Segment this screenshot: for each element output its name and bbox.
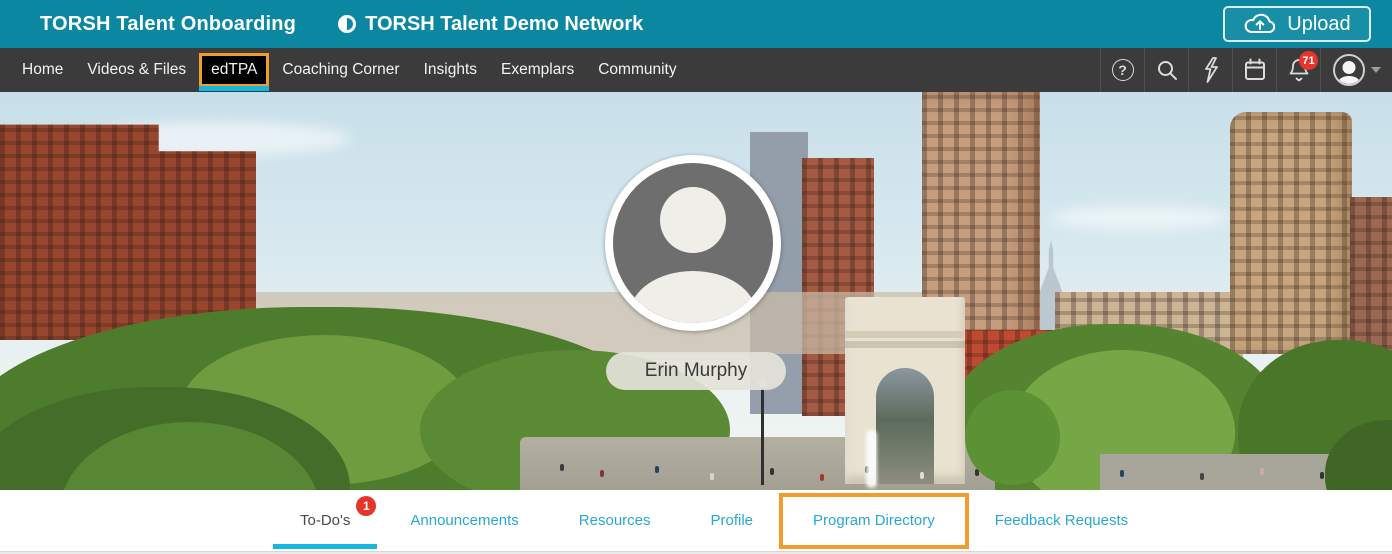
profile-cover-photo: Erin Murphy <box>0 92 1392 490</box>
upload-button-label: Upload <box>1287 13 1350 36</box>
torsh-talent-app: TORSH Talent Onboarding TORSH Talent Dem… <box>0 0 1392 554</box>
profile-tab-bar: To-Do's 1 Announcements Resources Profil… <box>0 490 1392 551</box>
nav-item-edtpa-active-highlighted[interactable]: edTPA <box>198 48 270 92</box>
nav-item-coaching-corner[interactable]: Coaching Corner <box>270 48 411 92</box>
arch-opening <box>876 368 934 484</box>
help-button[interactable]: ? <box>1100 48 1144 92</box>
pedestrian-dots <box>560 464 564 471</box>
tree-canopy <box>965 390 1060 485</box>
avatar-silhouette-head <box>660 187 726 253</box>
tab-feedback-requests[interactable]: Feedback Requests <box>995 512 1128 529</box>
brick-building-left <box>0 118 256 340</box>
tab-todos[interactable]: To-Do's 1 <box>300 512 350 529</box>
notifications-button[interactable]: 71 <box>1276 48 1320 92</box>
avatar-silhouette-body <box>630 271 756 331</box>
profile-avatar[interactable] <box>605 155 781 331</box>
upload-button[interactable]: Upload <box>1223 6 1371 42</box>
account-icon <box>1333 54 1365 86</box>
nav-item-community[interactable]: Community <box>586 48 688 92</box>
tab-profile[interactable]: Profile <box>711 512 754 529</box>
nav-item-home[interactable]: Home <box>10 48 75 92</box>
fountain-spray <box>866 430 877 488</box>
washington-square-arch <box>845 297 965 484</box>
calendar-icon <box>1243 58 1267 82</box>
nav-item-insights[interactable]: Insights <box>412 48 489 92</box>
account-menu-button[interactable] <box>1320 48 1392 92</box>
tab-resources[interactable]: Resources <box>579 512 651 529</box>
notification-count-badge: 71 <box>1299 51 1318 70</box>
flash-icon <box>1200 57 1222 83</box>
nav-icon-toolbar: ? <box>1100 48 1392 92</box>
search-button[interactable] <box>1144 48 1188 92</box>
profile-name-label: Erin Murphy <box>606 352 786 390</box>
annotation-highlight-box: edTPA <box>199 53 269 87</box>
network-name: TORSH Talent Demo Network <box>365 13 643 36</box>
nav-items: Home Videos & Files edTPA Coaching Corne… <box>0 48 689 92</box>
tan-tower-right <box>1230 112 1352 354</box>
product-title: TORSH Talent Onboarding <box>40 13 296 36</box>
search-icon <box>1155 58 1179 82</box>
lamppost <box>761 387 764 485</box>
annotation-highlight-box: Program Directory <box>779 493 969 549</box>
todo-count-badge: 1 <box>356 496 376 516</box>
chevron-down-icon <box>1371 67 1381 73</box>
cloud-upload-icon <box>1243 12 1277 36</box>
tab-announcements[interactable]: Announcements <box>410 512 518 529</box>
network-switcher[interactable]: TORSH Talent Demo Network <box>338 13 643 36</box>
nav-item-exemplars[interactable]: Exemplars <box>489 48 586 92</box>
tab-program-directory[interactable]: Program Directory <box>813 512 935 529</box>
quick-flash-button[interactable] <box>1188 48 1232 92</box>
help-icon: ? <box>1112 59 1134 81</box>
calendar-button[interactable] <box>1232 48 1276 92</box>
main-navigation-bar: Home Videos & Files edTPA Coaching Corne… <box>0 48 1392 92</box>
network-logo-icon <box>338 15 356 33</box>
top-header-bar: TORSH Talent Onboarding TORSH Talent Dem… <box>0 0 1392 48</box>
nav-item-videos-files[interactable]: Videos & Files <box>75 48 198 92</box>
cloud-shape <box>1050 207 1230 229</box>
